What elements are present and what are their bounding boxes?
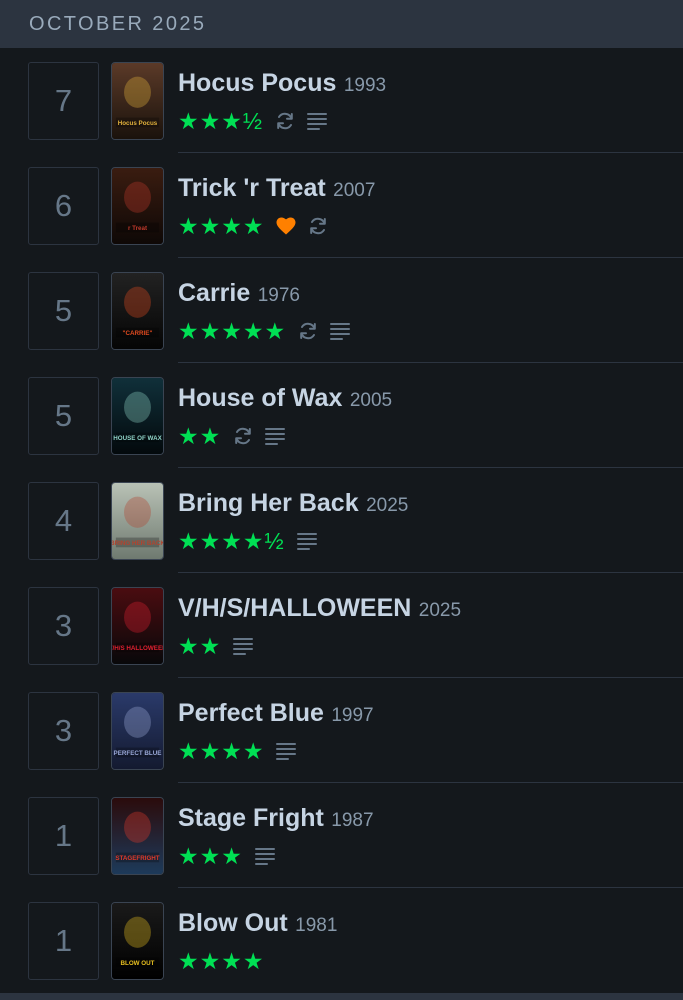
day-number[interactable]: 3 <box>28 692 99 770</box>
film-poster[interactable]: BRING HER BACK <box>111 482 164 560</box>
film-title-line: Bring Her Back 2025 <box>178 489 408 518</box>
entry-meta: ★★★★★ <box>178 316 351 346</box>
review-icon[interactable] <box>276 742 297 760</box>
month-header: OCTOBER 2025 <box>0 0 683 48</box>
entry-meta: ★★★★ <box>178 211 328 241</box>
film-title[interactable]: Hocus Pocus <box>178 69 336 97</box>
review-icon[interactable] <box>233 637 254 655</box>
film-year[interactable]: 1987 <box>331 810 373 831</box>
rewatch-icon <box>308 216 328 236</box>
diary-entry[interactable]: 3 V/H/S HALLOWEEN V/H/S/HALLOWEEN 2025 ★★ <box>0 573 683 678</box>
film-poster[interactable]: Hocus Pocus <box>111 62 164 140</box>
film-title-line: V/H/S/HALLOWEEN 2025 <box>178 594 461 623</box>
svg-text:BLOW OUT: BLOW OUT <box>121 960 155 967</box>
film-title-line: Trick 'r Treat 2007 <box>178 174 375 203</box>
day-number[interactable]: 6 <box>28 167 99 245</box>
star-rating: ★★★ <box>178 843 243 869</box>
film-title-line: Carrie 1976 <box>178 279 300 308</box>
entry-meta: ★★★ <box>178 841 276 871</box>
film-title[interactable]: Blow Out <box>178 909 288 937</box>
film-title-line: Hocus Pocus 1993 <box>178 69 386 98</box>
star-rating: ★★★½ <box>178 108 264 134</box>
film-year[interactable]: 1997 <box>331 705 373 726</box>
film-year[interactable]: 2025 <box>419 600 461 621</box>
review-icon[interactable] <box>307 112 328 130</box>
film-year[interactable]: 2005 <box>350 390 392 411</box>
entry-meta: ★★★★½ <box>178 526 318 556</box>
film-title-line: Stage Fright 1987 <box>178 804 374 833</box>
film-title[interactable]: V/H/S/HALLOWEEN <box>178 594 411 622</box>
film-poster[interactable]: STAGEFRIGHT <box>111 797 164 875</box>
day-number[interactable]: 5 <box>28 377 99 455</box>
star-rating: ★★★★★ <box>178 318 287 344</box>
svg-text:BRING HER BACK: BRING HER BACK <box>112 540 163 547</box>
film-poster[interactable]: r Treat <box>111 167 164 245</box>
film-poster[interactable]: V/H/S HALLOWEEN <box>111 587 164 665</box>
film-year[interactable]: 2025 <box>366 495 408 516</box>
star-rating: ★★★★ <box>178 948 265 974</box>
film-title-line: House of Wax 2005 <box>178 384 392 413</box>
rewatch-icon <box>275 111 295 131</box>
svg-text:Hocus Pocus: Hocus Pocus <box>118 120 158 127</box>
film-year[interactable]: 1981 <box>295 915 337 936</box>
film-title-line: Perfect Blue 1997 <box>178 699 374 728</box>
rewatch-icon <box>233 426 253 446</box>
entry-meta: ★★ <box>178 421 286 451</box>
diary-entry[interactable]: 4 BRING HER BACK Bring Her Back 2025 ★★★★½ <box>0 468 683 573</box>
entry-meta: ★★★★ <box>178 946 264 976</box>
diary-entry[interactable]: 7 Hocus Pocus Hocus Pocus 1993 ★★★½ <box>0 48 683 153</box>
film-title[interactable]: Perfect Blue <box>178 699 324 727</box>
film-poster[interactable]: BLOW OUT <box>111 902 164 980</box>
star-rating: ★★★★ <box>178 738 265 764</box>
star-rating: ★★ <box>178 423 222 449</box>
film-title-line: Blow Out 1981 <box>178 909 337 938</box>
svg-text:PERFECT BLUE: PERFECT BLUE <box>114 750 162 757</box>
svg-text:"CARRIE": "CARRIE" <box>123 330 153 337</box>
review-icon[interactable] <box>254 847 276 865</box>
svg-text:V/H/S HALLOWEEN: V/H/S HALLOWEEN <box>112 645 163 652</box>
heart-icon <box>276 217 296 235</box>
entry-meta: ★★★★ <box>178 736 297 766</box>
day-number[interactable]: 3 <box>28 587 99 665</box>
day-number[interactable]: 5 <box>28 272 99 350</box>
day-number[interactable]: 1 <box>28 902 99 980</box>
film-year[interactable]: 1993 <box>344 75 386 96</box>
day-number[interactable]: 7 <box>28 62 99 140</box>
review-icon[interactable] <box>265 427 286 445</box>
film-title[interactable]: House of Wax <box>178 384 342 412</box>
svg-text:r Treat: r Treat <box>128 225 148 232</box>
diary-entry[interactable]: 1 STAGEFRIGHT Stage Fright 1987 ★★★ <box>0 783 683 888</box>
star-rating: ★★★★½ <box>178 528 285 554</box>
film-poster[interactable]: HOUSE OF WAX <box>111 377 164 455</box>
day-number[interactable]: 1 <box>28 797 99 875</box>
diary-entry[interactable]: 5 "CARRIE" Carrie 1976 ★★★★★ <box>0 258 683 363</box>
diary-entry[interactable]: 6 r Treat Trick 'r Treat 2007 ★★★★ <box>0 153 683 258</box>
rewatch-icon <box>298 321 318 341</box>
day-number[interactable]: 4 <box>28 482 99 560</box>
review-icon[interactable] <box>296 532 318 550</box>
entry-meta: ★★★½ <box>178 106 328 136</box>
month-title: OCTOBER 2025 <box>29 12 207 35</box>
star-rating: ★★ <box>178 633 222 659</box>
film-year[interactable]: 1976 <box>258 285 300 306</box>
film-title[interactable]: Stage Fright <box>178 804 324 832</box>
film-title[interactable]: Bring Her Back <box>178 489 359 517</box>
diary-entry[interactable]: 3 PERFECT BLUE Perfect Blue 1997 ★★★★ <box>0 678 683 783</box>
bottom-bar <box>0 993 683 1000</box>
diary-entry[interactable]: 5 HOUSE OF WAX House of Wax 2005 ★★ <box>0 363 683 468</box>
review-icon[interactable] <box>330 322 351 340</box>
film-title[interactable]: Trick 'r Treat <box>178 174 326 202</box>
entry-meta: ★★ <box>178 631 254 661</box>
diary-list: 7 Hocus Pocus Hocus Pocus 1993 ★★★½ 6 r Treat… <box>0 48 683 993</box>
film-title[interactable]: Carrie <box>178 279 250 307</box>
diary-entry[interactable]: 1 BLOW OUT Blow Out 1981 ★★★★ <box>0 888 683 993</box>
film-year[interactable]: 2007 <box>333 180 375 201</box>
film-poster[interactable]: "CARRIE" <box>111 272 164 350</box>
star-rating: ★★★★ <box>178 213 265 239</box>
film-poster[interactable]: PERFECT BLUE <box>111 692 164 770</box>
svg-text:STAGEFRIGHT: STAGEFRIGHT <box>115 855 159 862</box>
svg-text:HOUSE OF WAX: HOUSE OF WAX <box>113 435 162 442</box>
